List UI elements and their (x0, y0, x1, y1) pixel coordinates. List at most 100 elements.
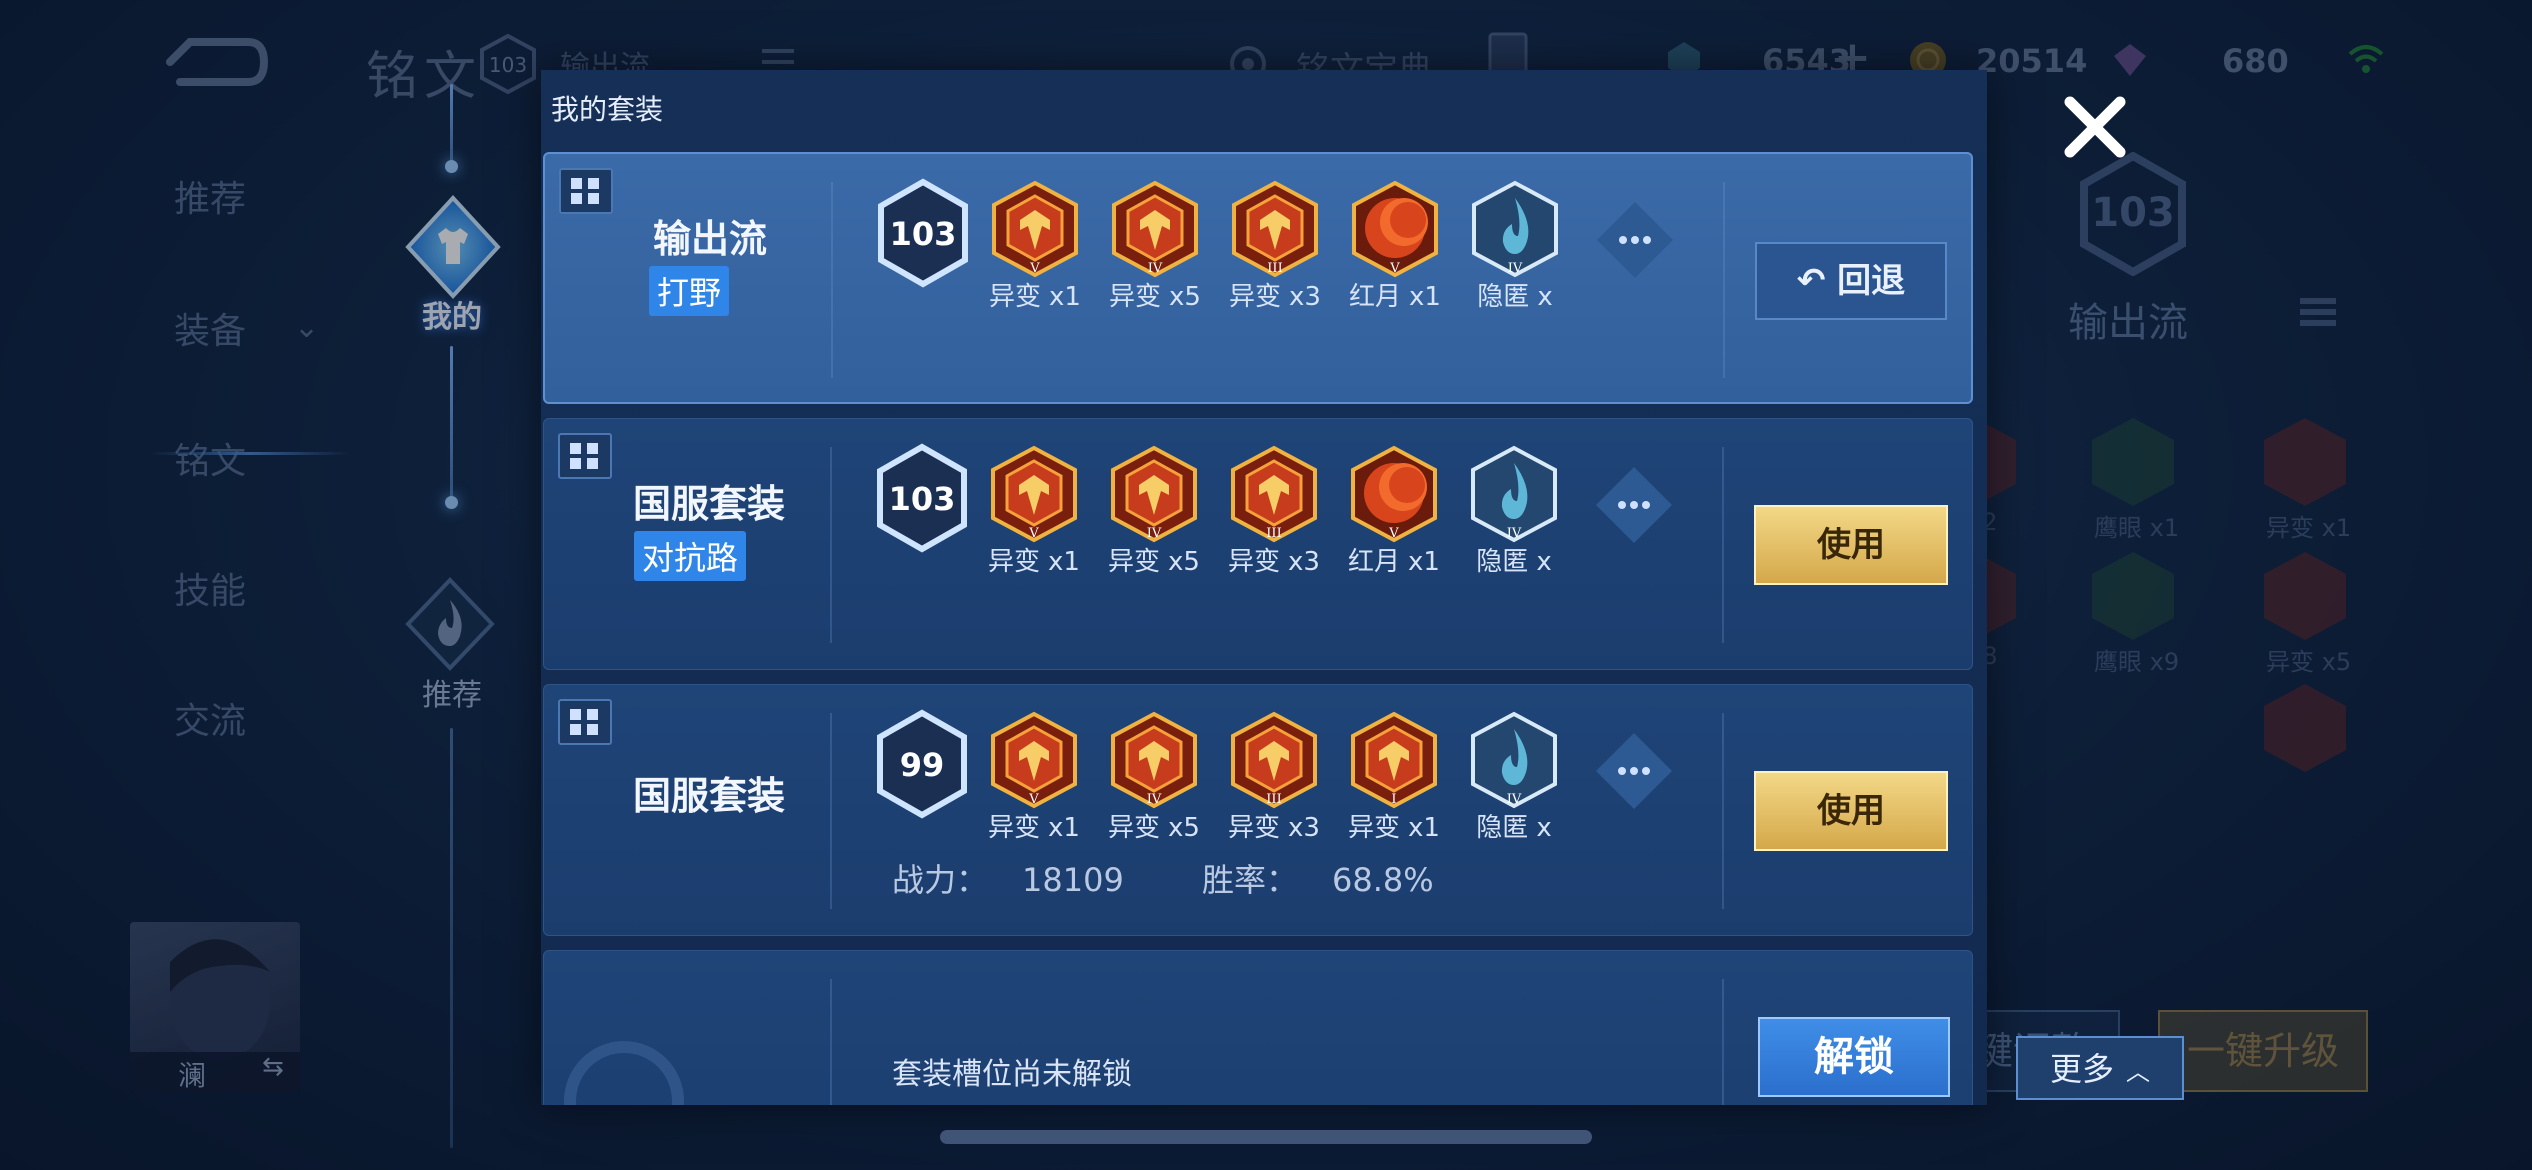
rune-item: V 异变 x1 (974, 711, 1094, 841)
timeline-line (450, 728, 453, 1148)
rune-list: V 异变 x1 IV 异变 x5 III 异变 x3 V 红月 x1 IV 隐匿 x (975, 180, 1655, 310)
winrate-stat: 胜率： 68.8% (1202, 861, 1468, 899)
auto-upgrade-button[interactable]: 一键升级 (2158, 1010, 2368, 1092)
sidebar-item-community[interactable]: 交流 (174, 692, 246, 744)
revert-label: 回退 (1837, 261, 1906, 301)
rune-tier: V (1028, 526, 1039, 541)
rune-tier: IV (1508, 261, 1523, 276)
rune-name: 异变 (989, 282, 1042, 310)
more-options-icon[interactable] (1592, 463, 1676, 547)
rune-tier: IV (1147, 792, 1162, 807)
rune-count: x3 (1288, 813, 1320, 841)
swap-hero-icon[interactable]: ⇆ (262, 1052, 284, 1082)
rune-count: x1 (1409, 282, 1441, 310)
rune-label: 鹰眼 x9 (2094, 648, 2180, 676)
rune-name: 异变 (988, 547, 1041, 575)
locked-slot-text: 套装槽位尚未解锁 (892, 1057, 1132, 1092)
rune-tier: V (1029, 261, 1040, 276)
sidebar-item-runes[interactable]: 铭文 (174, 432, 246, 484)
set-name: 国服套装 (632, 482, 785, 526)
sidebar-item-skills[interactable]: 技能 (174, 562, 246, 614)
set-card[interactable]: 国服套装 对抗路 103 V 异变 x1 IV 异变 x5 III 异变 x3 V 红月 x1 (543, 418, 1973, 670)
sidebar-item-equipment[interactable]: 装备 (174, 302, 246, 354)
rune-tier: IV (1148, 261, 1163, 276)
set-position-tag: 打野 (649, 266, 730, 316)
rune-tier: IV (1507, 792, 1522, 807)
modal-title: 我的套装 (551, 93, 664, 126)
power-label: 战力： (892, 861, 989, 899)
rune-label: 异变 x1 (2266, 514, 2352, 542)
home-indicator[interactable] (940, 1130, 1592, 1144)
rune-item: V 红月 x1 (1335, 180, 1455, 310)
rune-list: V 异变 x1 IV 异变 x5 III 异变 x3 V 红月 x1 IV 隐匿 x (974, 445, 1654, 575)
rune-count: x3 (1288, 547, 1320, 575)
rune-name: 异变 (1108, 813, 1161, 841)
rune-icon: V (992, 180, 1078, 278)
divider (1722, 713, 1724, 909)
rune-caption: 异变 x1 (1334, 807, 1454, 841)
rune-tier: I (1391, 792, 1396, 807)
set-stats: 战力： 18109 胜率： 68.8% (892, 855, 1502, 901)
my-sets-icon[interactable] (398, 192, 508, 302)
timeline-dot (445, 160, 458, 173)
rune-caption: 异变 x5 (1095, 276, 1215, 310)
rune-level-badge: 103 (480, 34, 536, 94)
rune-icon (2264, 552, 2346, 640)
rune-icon: IV (1471, 445, 1557, 543)
rune-icon: IV (1111, 445, 1197, 543)
rune-count: x (1536, 813, 1552, 841)
revert-button[interactable]: ↶ 回退 (1755, 242, 1947, 320)
set-level-badge: 103 (878, 178, 968, 288)
rune-count: x1 (1048, 813, 1080, 841)
rune-icon: III (1231, 445, 1317, 543)
rune-caption: 异变 x5 (1094, 807, 1214, 841)
rune-count: x5 (1169, 282, 1201, 310)
rune-icon (2264, 684, 2346, 772)
rune-tier: IV (1147, 526, 1162, 541)
timeline-line (450, 84, 453, 170)
page-title: 铭文 (366, 47, 483, 107)
winrate-label: 胜率： (1201, 861, 1298, 899)
my-sets-modal: 我的套装 输出流 打野 103 V 异变 x1 IV 异变 x5 III 异变 x3 (541, 70, 1987, 1105)
rune-caption: 异变 x1 (974, 807, 1094, 841)
divider (1723, 182, 1725, 378)
sidebar-item-recommend[interactable]: 推荐 (174, 170, 246, 222)
right-level-badge-text: 103 (2091, 190, 2175, 236)
rune-item: V 红月 x1 (1334, 445, 1454, 575)
fire-icon[interactable] (400, 574, 500, 674)
stack-icon[interactable] (2296, 290, 2340, 334)
rune-name: 红月 (1348, 547, 1401, 575)
rune-icon: V (1351, 445, 1437, 543)
use-set-button[interactable]: 使用 (1754, 505, 1948, 585)
winrate-value: 68.8% (1332, 861, 1434, 899)
timeline-recommend-label[interactable]: 推荐 (400, 670, 504, 714)
rune-icon: V (1352, 180, 1438, 278)
use-set-button[interactable]: 使用 (1754, 771, 1948, 851)
rune-count: x5 (1168, 813, 1200, 841)
close-icon[interactable] (2058, 90, 2132, 164)
unlock-button[interactable]: 解锁 (1758, 1017, 1950, 1097)
rune-count: x (1537, 282, 1553, 310)
rune-icon: V (991, 711, 1077, 809)
divider (831, 182, 833, 378)
set-card[interactable]: 国服套装 99 V 异变 x1 IV 异变 x5 III 异变 x3 I 异变 x1 IV 隐匿 x (543, 684, 1973, 936)
grid-icon[interactable] (558, 699, 612, 745)
rune-count: x1 (1049, 282, 1081, 310)
rune-count: x1 (1408, 813, 1440, 841)
locked-set-slot: 套装槽位尚未解锁 解锁 (543, 950, 1973, 1105)
rune-icon (2092, 418, 2174, 506)
rune-name: 隐匿 (1477, 282, 1530, 310)
rune-item: III 异变 x3 (1214, 711, 1334, 841)
more-options-icon[interactable] (1593, 198, 1677, 282)
back-arrow-icon[interactable] (160, 34, 270, 90)
rune-count: x (1536, 547, 1552, 575)
coin-count: 20514 (1976, 42, 2088, 80)
divider (830, 447, 832, 643)
rune-icon: III (1232, 180, 1318, 278)
set-card[interactable]: 输出流 打野 103 V 异变 x1 IV 异变 x5 III 异变 x3 V 红月 x1 (543, 152, 1973, 404)
rune-caption: 异变 x3 (1214, 541, 1334, 575)
more-button[interactable]: 更多 ︿ (2016, 1036, 2184, 1100)
power-stat: 战力： 18109 (892, 861, 1158, 899)
more-options-icon[interactable] (1592, 729, 1676, 813)
timeline-my-label[interactable]: 我的 (400, 292, 504, 336)
